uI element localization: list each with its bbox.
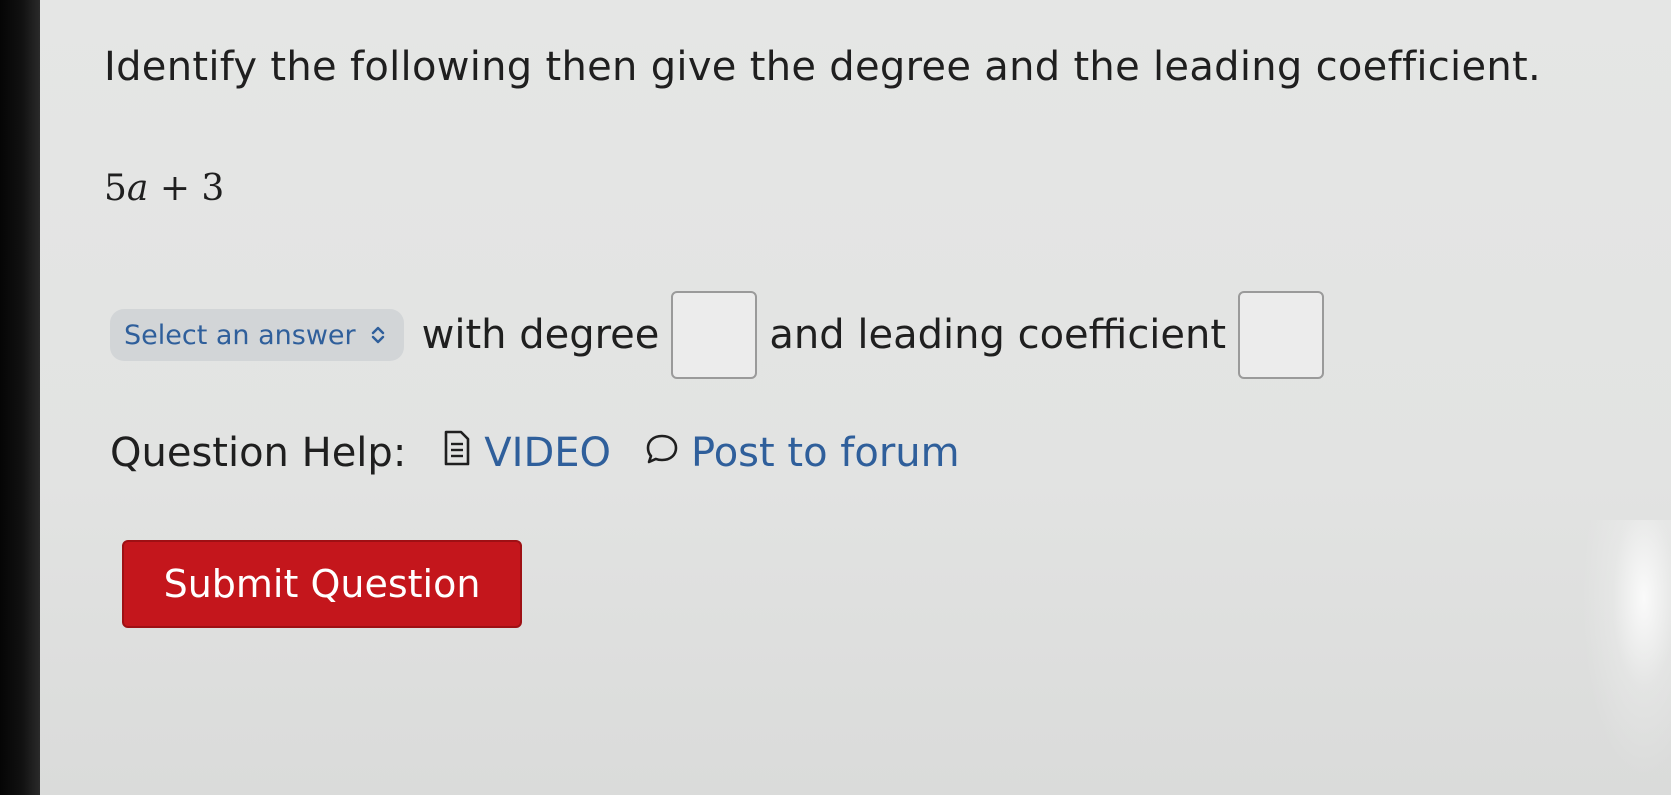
math-expression: 5a + 3 — [104, 168, 224, 209]
chevron-up-down-icon — [370, 324, 386, 346]
question-help: Question Help: VIDEO Post to forum — [110, 430, 994, 476]
expression-variable: a — [126, 168, 149, 209]
leading-coefficient-text: and leading coefficient — [769, 312, 1227, 358]
post-to-forum-link[interactable]: Post to forum — [645, 430, 960, 476]
submit-question-button[interactable]: Submit Question — [122, 540, 522, 628]
post-to-forum-label: Post to forum — [691, 430, 960, 476]
expression-coefficient: 5 — [104, 168, 127, 209]
screen-glare — [1581, 520, 1671, 780]
select-placeholder: Select an answer — [124, 319, 356, 351]
speech-bubble-icon — [645, 430, 691, 476]
document-icon — [442, 430, 484, 476]
expression-rest: + 3 — [148, 168, 225, 209]
question-help-label: Question Help: — [110, 430, 407, 476]
question-screen — [40, 0, 1671, 795]
monitor-bezel — [0, 0, 40, 795]
question-instruction: Identify the following then give the deg… — [104, 44, 1542, 90]
answer-row: Select an answer with degree and leading… — [110, 291, 1336, 379]
with-degree-text: with degree — [421, 312, 660, 358]
video-link-label: VIDEO — [484, 430, 612, 476]
answer-type-select[interactable]: Select an answer — [110, 309, 404, 361]
leading-coefficient-input[interactable] — [1238, 291, 1325, 379]
degree-input[interactable] — [671, 291, 758, 379]
video-link[interactable]: VIDEO — [442, 430, 611, 476]
